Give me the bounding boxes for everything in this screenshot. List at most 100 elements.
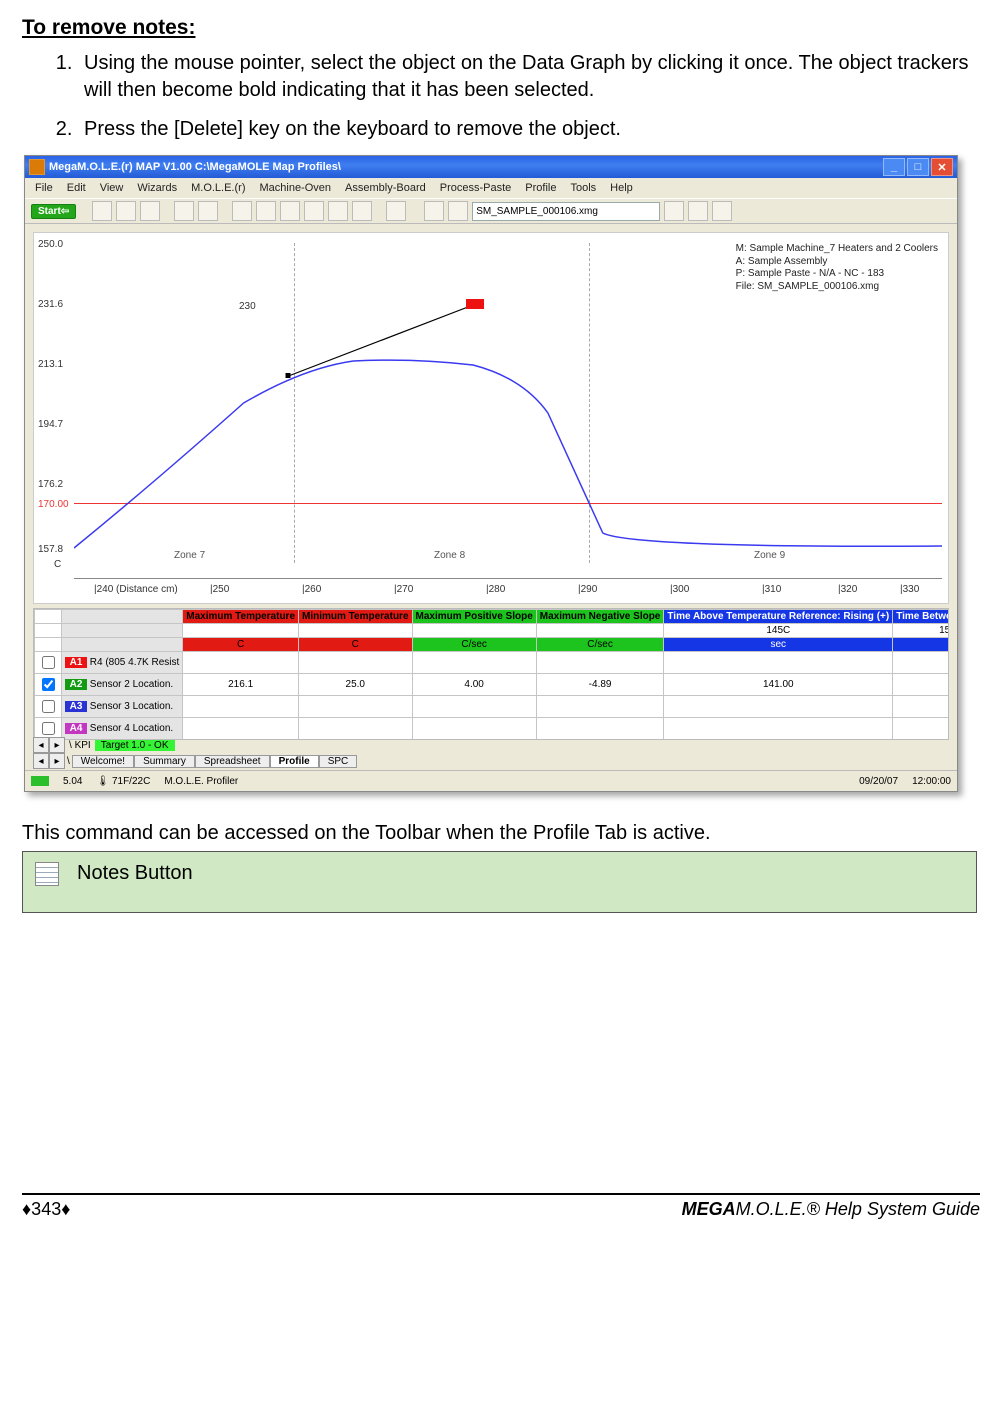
ytick: 213.1 <box>38 359 63 370</box>
tool-icon[interactable] <box>140 201 160 221</box>
tool-icon[interactable] <box>664 201 684 221</box>
cell <box>536 652 664 674</box>
menu-assembly-board[interactable]: Assembly-Board <box>345 182 426 194</box>
status-led-icon <box>31 776 49 786</box>
tool-icon[interactable] <box>352 201 372 221</box>
maximize-button[interactable]: □ <box>907 158 929 176</box>
row-checkbox[interactable] <box>42 700 55 713</box>
menu-machine-oven[interactable]: Machine-Oven <box>259 182 331 194</box>
tool-icon[interactable] <box>198 201 218 221</box>
data-grid[interactable]: Maximum TemperatureMinimum TemperatureMa… <box>33 608 949 740</box>
tool-icon[interactable] <box>424 201 444 221</box>
row-checkbox[interactable] <box>42 656 55 669</box>
minimize-button[interactable]: _ <box>883 158 905 176</box>
tab-spreadsheet[interactable]: Spreadsheet <box>195 755 270 768</box>
tab-spc[interactable]: SPC <box>319 755 358 768</box>
arrow-left-icon[interactable]: ◂ <box>33 737 49 753</box>
col-header[interactable]: Maximum Negative Slope <box>536 610 664 624</box>
cell: 216.1 <box>183 674 299 696</box>
tool-icon[interactable] <box>92 201 112 221</box>
window-title: MegaM.O.L.E.(r) MAP V1.00 C:\MegaMOLE Ma… <box>49 161 883 173</box>
status-bar: 5.04 🌡 71F/22C M.O.L.E. Profiler 09/20/0… <box>25 770 957 791</box>
graph-info: M: Sample Machine_7 Heaters and 2 Cooler… <box>736 243 938 293</box>
cell <box>183 696 299 718</box>
cell: 25.0 <box>299 674 413 696</box>
menu-profile[interactable]: Profile <box>525 182 556 194</box>
help-icon[interactable] <box>386 201 406 221</box>
step-1: Using the mouse pointer, select the obje… <box>78 50 980 104</box>
tab-summary[interactable]: Summary <box>134 755 195 768</box>
section-title: To remove notes: <box>22 16 980 40</box>
xtick: |290 <box>578 584 597 595</box>
cell <box>664 652 893 674</box>
xtick: |310 <box>762 584 781 595</box>
xtick: |320 <box>838 584 857 595</box>
notes-button-box: Notes Button <box>22 851 977 913</box>
data-graph[interactable]: 250.0 231.6 213.1 194.7 176.2 157.8 170.… <box>33 232 949 604</box>
cell: -4.89 <box>536 674 664 696</box>
row-checkbox[interactable] <box>42 678 55 691</box>
cell: 141.00 <box>664 674 893 696</box>
ytick: 250.0 <box>38 239 63 250</box>
status-profiler: M.O.L.E. Profiler <box>164 776 238 787</box>
tool-icon[interactable] <box>232 201 252 221</box>
cell <box>893 696 949 718</box>
row-label: A1 R4 (805 4.7K Resist <box>62 652 183 674</box>
col-header[interactable]: Time Between Temperature <box>893 610 949 624</box>
toolbar-access-note: This command can be accessed on the Tool… <box>22 822 980 845</box>
col-header[interactable]: Minimum Temperature <box>299 610 413 624</box>
ref-170: 170.00 <box>38 499 69 510</box>
tool-icon[interactable] <box>712 201 732 221</box>
notes-button-label: Notes Button <box>77 862 193 885</box>
col-header[interactable]: Maximum Positive Slope <box>412 610 536 624</box>
x-axis <box>74 578 942 579</box>
cell <box>893 652 949 674</box>
tool-icon[interactable] <box>116 201 136 221</box>
col-header[interactable]: Time Above Temperature Reference: Rising… <box>664 610 893 624</box>
close-button[interactable]: ✕ <box>931 158 953 176</box>
app-screenshot: MegaM.O.L.E.(r) MAP V1.00 C:\MegaMOLE Ma… <box>24 155 958 792</box>
menu-edit[interactable]: Edit <box>67 182 86 194</box>
status-value: 5.04 <box>63 776 82 787</box>
window-titlebar: MegaM.O.L.E.(r) MAP V1.00 C:\MegaMOLE Ma… <box>25 156 957 178</box>
xtick: |240 (Distance cm) <box>94 584 178 595</box>
tool-icon[interactable] <box>174 201 194 221</box>
steps-list: Using the mouse pointer, select the obje… <box>22 50 980 143</box>
tab-profile[interactable]: Profile <box>270 755 319 768</box>
menu-help[interactable]: Help <box>610 182 633 194</box>
y-unit: C <box>54 559 61 570</box>
notes-icon <box>35 862 59 886</box>
arrow-left-icon[interactable]: ◂ <box>33 753 49 769</box>
cell <box>664 696 893 718</box>
menu-file[interactable]: File <box>35 182 53 194</box>
cell <box>299 652 413 674</box>
menu-mole[interactable]: M.O.L.E.(r) <box>191 182 245 194</box>
arrow-right-icon[interactable]: ▸ <box>49 753 65 769</box>
xtick: |330 <box>900 584 919 595</box>
guide-title: MEGAM.O.L.E.® Help System Guide <box>682 1199 980 1220</box>
col-header[interactable]: Maximum Temperature <box>183 610 299 624</box>
note-value: 230 <box>239 301 256 312</box>
ytick: 194.7 <box>38 419 63 430</box>
tool-icon[interactable] <box>448 201 468 221</box>
tool-icon[interactable] <box>688 201 708 221</box>
arrow-right-icon[interactable]: ▸ <box>49 737 65 753</box>
tool-icon[interactable] <box>280 201 300 221</box>
tab-welcome[interactable]: Welcome! <box>72 755 134 768</box>
status-temp: 🌡 71F/22C <box>96 776 150 787</box>
xtick: |270 <box>394 584 413 595</box>
notes-icon[interactable] <box>328 201 348 221</box>
menu-wizards[interactable]: Wizards <box>137 182 177 194</box>
menu-process-paste[interactable]: Process-Paste <box>440 182 512 194</box>
profile-combo[interactable]: SM_SAMPLE_000106.xmg <box>472 202 660 221</box>
menu-tools[interactable]: Tools <box>570 182 596 194</box>
tool-icon[interactable] <box>304 201 324 221</box>
tool-icon[interactable] <box>256 201 276 221</box>
tabs-row: ◂ ▸ \ Welcome! Summary Spreadsheet Profi… <box>33 753 949 769</box>
note-object[interactable] <box>466 299 484 309</box>
xtick: |260 <box>302 584 321 595</box>
start-button[interactable]: Start⇦ <box>31 204 76 219</box>
row-checkbox[interactable] <box>42 722 55 735</box>
menubar[interactable]: File Edit View Wizards M.O.L.E.(r) Machi… <box>25 178 957 198</box>
menu-view[interactable]: View <box>100 182 124 194</box>
